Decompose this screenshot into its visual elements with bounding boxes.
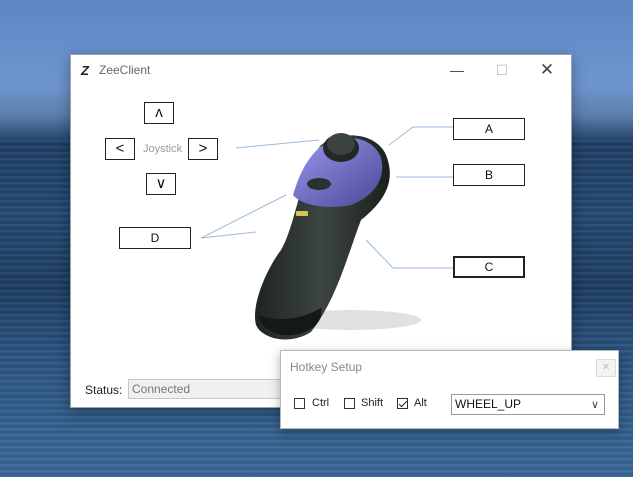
joystick-left-button[interactable]: <	[105, 138, 135, 160]
close-icon: ✕	[539, 60, 555, 79]
shift-label: Shift	[361, 397, 384, 409]
shift-checkbox[interactable]	[344, 398, 355, 409]
joystick-label: Joystick	[143, 143, 183, 155]
key-select[interactable]: WHEEL_UP ∨	[451, 394, 605, 415]
hotkey-title: Hotkey Setup	[290, 360, 363, 374]
window-title: ZeeClient	[99, 63, 151, 77]
joystick-up-button[interactable]: ʌ	[144, 102, 174, 124]
ctrl-label: Ctrl	[312, 397, 330, 409]
titlebar: Z ZeeClient — ☐ ✕	[71, 55, 571, 85]
hotkey-close-button[interactable]: ✕	[596, 359, 616, 377]
button-d[interactable]: D	[119, 227, 191, 249]
close-button[interactable]: ✕	[527, 59, 567, 81]
status-label: Status:	[85, 383, 123, 397]
chevron-down-icon: ∨	[590, 399, 599, 411]
hotkey-setup-window: Hotkey Setup ✕ Ctrl Shift Alt WHEEL_UP ∨	[280, 350, 619, 429]
alt-checkbox[interactable]	[397, 398, 408, 409]
joystick-down-button[interactable]: ∨	[146, 173, 176, 195]
controller-illustration	[201, 126, 453, 340]
ctrl-checkbox[interactable]	[294, 398, 305, 409]
close-icon: ✕	[601, 362, 611, 373]
minimize-button[interactable]: —	[437, 59, 477, 81]
alt-label: Alt	[414, 397, 427, 409]
app-logo-icon: Z	[81, 63, 89, 78]
key-select-value: WHEEL_UP	[455, 397, 522, 411]
maximize-icon: ☐	[495, 62, 509, 78]
maximize-button[interactable]: ☐	[482, 59, 522, 81]
minimize-icon: —	[450, 62, 464, 78]
